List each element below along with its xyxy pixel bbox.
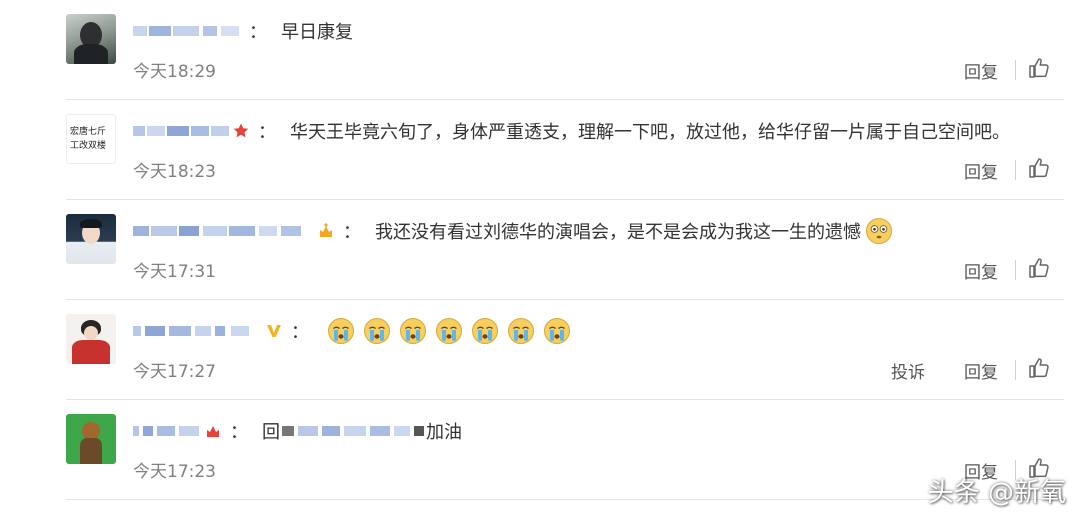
- comment-time: 今天18:29: [133, 62, 216, 82]
- comment-text: 华天王毕竟六旬了，身体严重透支，理解一下吧，放过他，给华仔留一片属于自己空间吧。: [290, 122, 1010, 143]
- mentioned-user-blurred[interactable]: [282, 424, 426, 438]
- comment-time: 今天18:23: [133, 162, 216, 182]
- report-button[interactable]: 投诉: [891, 358, 925, 383]
- badge-crown-icon: [320, 223, 332, 237]
- thumbs-up-icon[interactable]: [1028, 157, 1050, 179]
- vip-v-icon: [267, 325, 281, 337]
- comment-item: ： 我还没有看过刘德华的演唱会，是不是会成为我这一生的遗憾 今天17:31 回复: [0, 200, 1080, 300]
- reply-button[interactable]: 回复: [964, 58, 998, 83]
- username-blurred[interactable]: [133, 324, 253, 338]
- reply-button[interactable]: 回复: [964, 158, 998, 183]
- emoji-row: [327, 317, 579, 345]
- crying-face-icon: [472, 318, 498, 344]
- avatar[interactable]: [66, 214, 116, 264]
- divider: [1015, 60, 1016, 80]
- avatar[interactable]: [66, 314, 116, 364]
- thumbs-up-icon[interactable]: [1028, 357, 1050, 379]
- reply-button[interactable]: 回复: [964, 258, 998, 283]
- avatar[interactable]: [66, 14, 116, 64]
- avatar[interactable]: [66, 414, 116, 464]
- colon: ：: [291, 322, 309, 343]
- avatar[interactable]: 宏唐七斤 工改双楼: [66, 114, 116, 164]
- comment-text: 我还没有看过刘德华的演唱会，是不是会成为我这一生的遗憾: [375, 222, 861, 243]
- comment-item: ： 早日康复 今天18:29 回复: [0, 0, 1080, 100]
- crying-face-icon: [400, 318, 426, 344]
- colon: ：: [230, 422, 248, 443]
- reply-button[interactable]: 回复: [964, 358, 998, 383]
- username-blurred[interactable]: [133, 124, 229, 138]
- badge-crown-icon: [207, 426, 219, 437]
- divider: [1015, 260, 1016, 280]
- crying-face-icon: [364, 318, 390, 344]
- divider: [1015, 360, 1016, 380]
- comment-time: 今天17:31: [133, 262, 216, 282]
- colon: ：: [258, 122, 276, 143]
- username-blurred[interactable]: [133, 24, 241, 38]
- badge-star-icon: [233, 123, 249, 138]
- comment-text: 加油: [426, 422, 462, 443]
- avatar-text: 宏唐七斤 工改双楼: [70, 127, 107, 151]
- comment-text: 早日康复: [281, 22, 353, 43]
- crying-face-icon: [544, 318, 570, 344]
- comment-item: ： 今天17:27 投诉 回复: [0, 300, 1080, 400]
- reply-prefix: 回: [262, 422, 280, 443]
- thumbs-up-icon[interactable]: [1028, 57, 1050, 79]
- crying-face-icon: [436, 318, 462, 344]
- row-divider: [66, 499, 1064, 500]
- username-blurred[interactable]: [133, 424, 201, 438]
- comment-item: ： 回 加油 今天17:23 回复: [0, 400, 1080, 500]
- crying-face-icon: [508, 318, 534, 344]
- watermark: 头条 @新氧: [927, 478, 1066, 508]
- flushed-face-icon: [866, 218, 892, 244]
- comment-time: 今天17:27: [133, 362, 216, 382]
- colon: ：: [343, 222, 361, 243]
- divider: [1015, 160, 1016, 180]
- comment-item: 宏唐七斤 工改双楼 ： 华天王毕竟六旬了，身体严重透支，理解一下吧，放过他，给华…: [0, 100, 1080, 200]
- comment-time: 今天17:23: [133, 462, 216, 482]
- username-blurred[interactable]: [133, 224, 303, 238]
- colon: ：: [249, 22, 267, 43]
- crying-face-icon: [328, 318, 354, 344]
- thumbs-up-icon[interactable]: [1028, 257, 1050, 279]
